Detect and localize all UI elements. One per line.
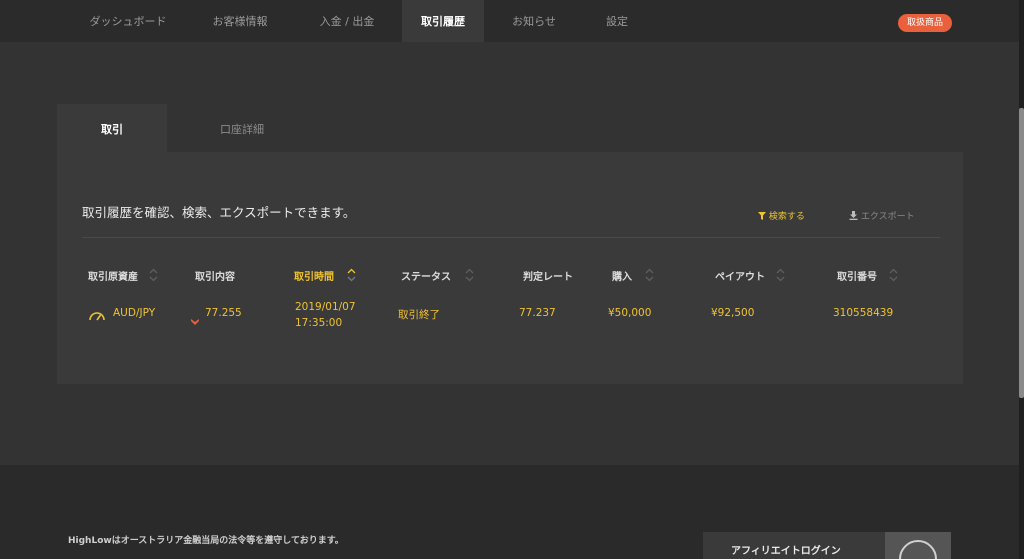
cell-date: 2019/01/07 <box>295 301 356 313</box>
nav-customer-info[interactable]: お客様情報 <box>188 0 292 42</box>
top-nav: ダッシュボード お客様情報 入金 / 出金 取引履歴 お知らせ 設定 取扱商品 <box>0 0 1019 42</box>
col-trade-no[interactable]: 取引番号 <box>837 268 877 283</box>
cell-time: 2019/01/07 17:35:00 <box>295 299 356 331</box>
nav-dashboard[interactable]: ダッシュボード <box>68 0 188 42</box>
footer: HighLowはオーストラリア金融当局の法令等を遵守しております。 アフィリエイ… <box>0 465 1019 559</box>
nav-trade-history[interactable]: 取引履歴 <box>402 0 484 42</box>
affiliate-login-label: アフィリエイトログイン <box>731 546 841 557</box>
divider <box>82 237 940 238</box>
cell-clock: 17:35:00 <box>295 317 343 329</box>
legal-notice: HighLowはオーストラリア金融当局の法令等を遵守しております。 <box>68 536 344 546</box>
cell-status: 取引終了 <box>398 309 440 321</box>
cell-asset: AUD/JPY <box>113 307 156 319</box>
scrollbar-thumb[interactable] <box>1019 108 1024 398</box>
affiliate-login-button[interactable]: アフィリエイトログイン <box>703 532 951 559</box>
trade-history-panel: 取引履歴を確認、検索、エクスポートできます。 検索する エクスポート 取引原資産… <box>57 152 963 384</box>
col-content: 取引内容 <box>195 272 235 283</box>
sort-purchase-icon[interactable] <box>645 268 654 282</box>
down-arrow-icon <box>191 310 199 325</box>
nav-deposit-withdraw[interactable]: 入金 / 出金 <box>292 0 402 42</box>
search-button[interactable]: 検索する <box>758 209 805 223</box>
download-icon <box>849 211 858 223</box>
affiliate-icon-box <box>885 532 951 559</box>
gauge-icon <box>88 307 106 321</box>
col-time[interactable]: 取引時間 <box>294 268 334 283</box>
cell-purchase: ¥50,000 <box>608 307 652 319</box>
col-purchase[interactable]: 購入 <box>612 268 632 283</box>
nav-notices[interactable]: お知らせ <box>484 0 584 42</box>
cell-payout: ¥92,500 <box>711 307 755 319</box>
sort-trade-no-icon[interactable] <box>889 268 898 282</box>
filter-icon <box>758 212 766 223</box>
sort-time-icon[interactable] <box>347 268 356 282</box>
cell-trade-no: 310558439 <box>833 307 894 319</box>
sort-payout-icon[interactable] <box>776 268 785 282</box>
export-label: エクスポート <box>860 212 915 222</box>
sort-status-icon[interactable] <box>465 268 474 282</box>
search-label: 検索する <box>768 212 805 222</box>
page-scrollbar[interactable] <box>1019 0 1024 559</box>
cell-rate: 77.237 <box>519 307 556 319</box>
intro-text: 取引履歴を確認、検索、エクスポートできます。 <box>82 205 356 220</box>
tab-trades[interactable]: 取引 <box>57 104 167 152</box>
nav-settings[interactable]: 設定 <box>584 0 650 42</box>
sort-asset-icon[interactable] <box>149 268 158 282</box>
col-asset[interactable]: 取引原資産 <box>88 268 138 283</box>
user-icon <box>899 540 937 559</box>
tab-account-details[interactable]: 口座詳細 <box>167 104 317 152</box>
col-payout[interactable]: ペイアウト <box>715 268 765 283</box>
col-status[interactable]: ステータス <box>401 268 451 283</box>
col-rate: 判定レート <box>523 272 573 283</box>
cell-content: 77.255 <box>205 307 242 319</box>
products-badge-button[interactable]: 取扱商品 <box>898 14 952 32</box>
export-button[interactable]: エクスポート <box>849 209 915 223</box>
